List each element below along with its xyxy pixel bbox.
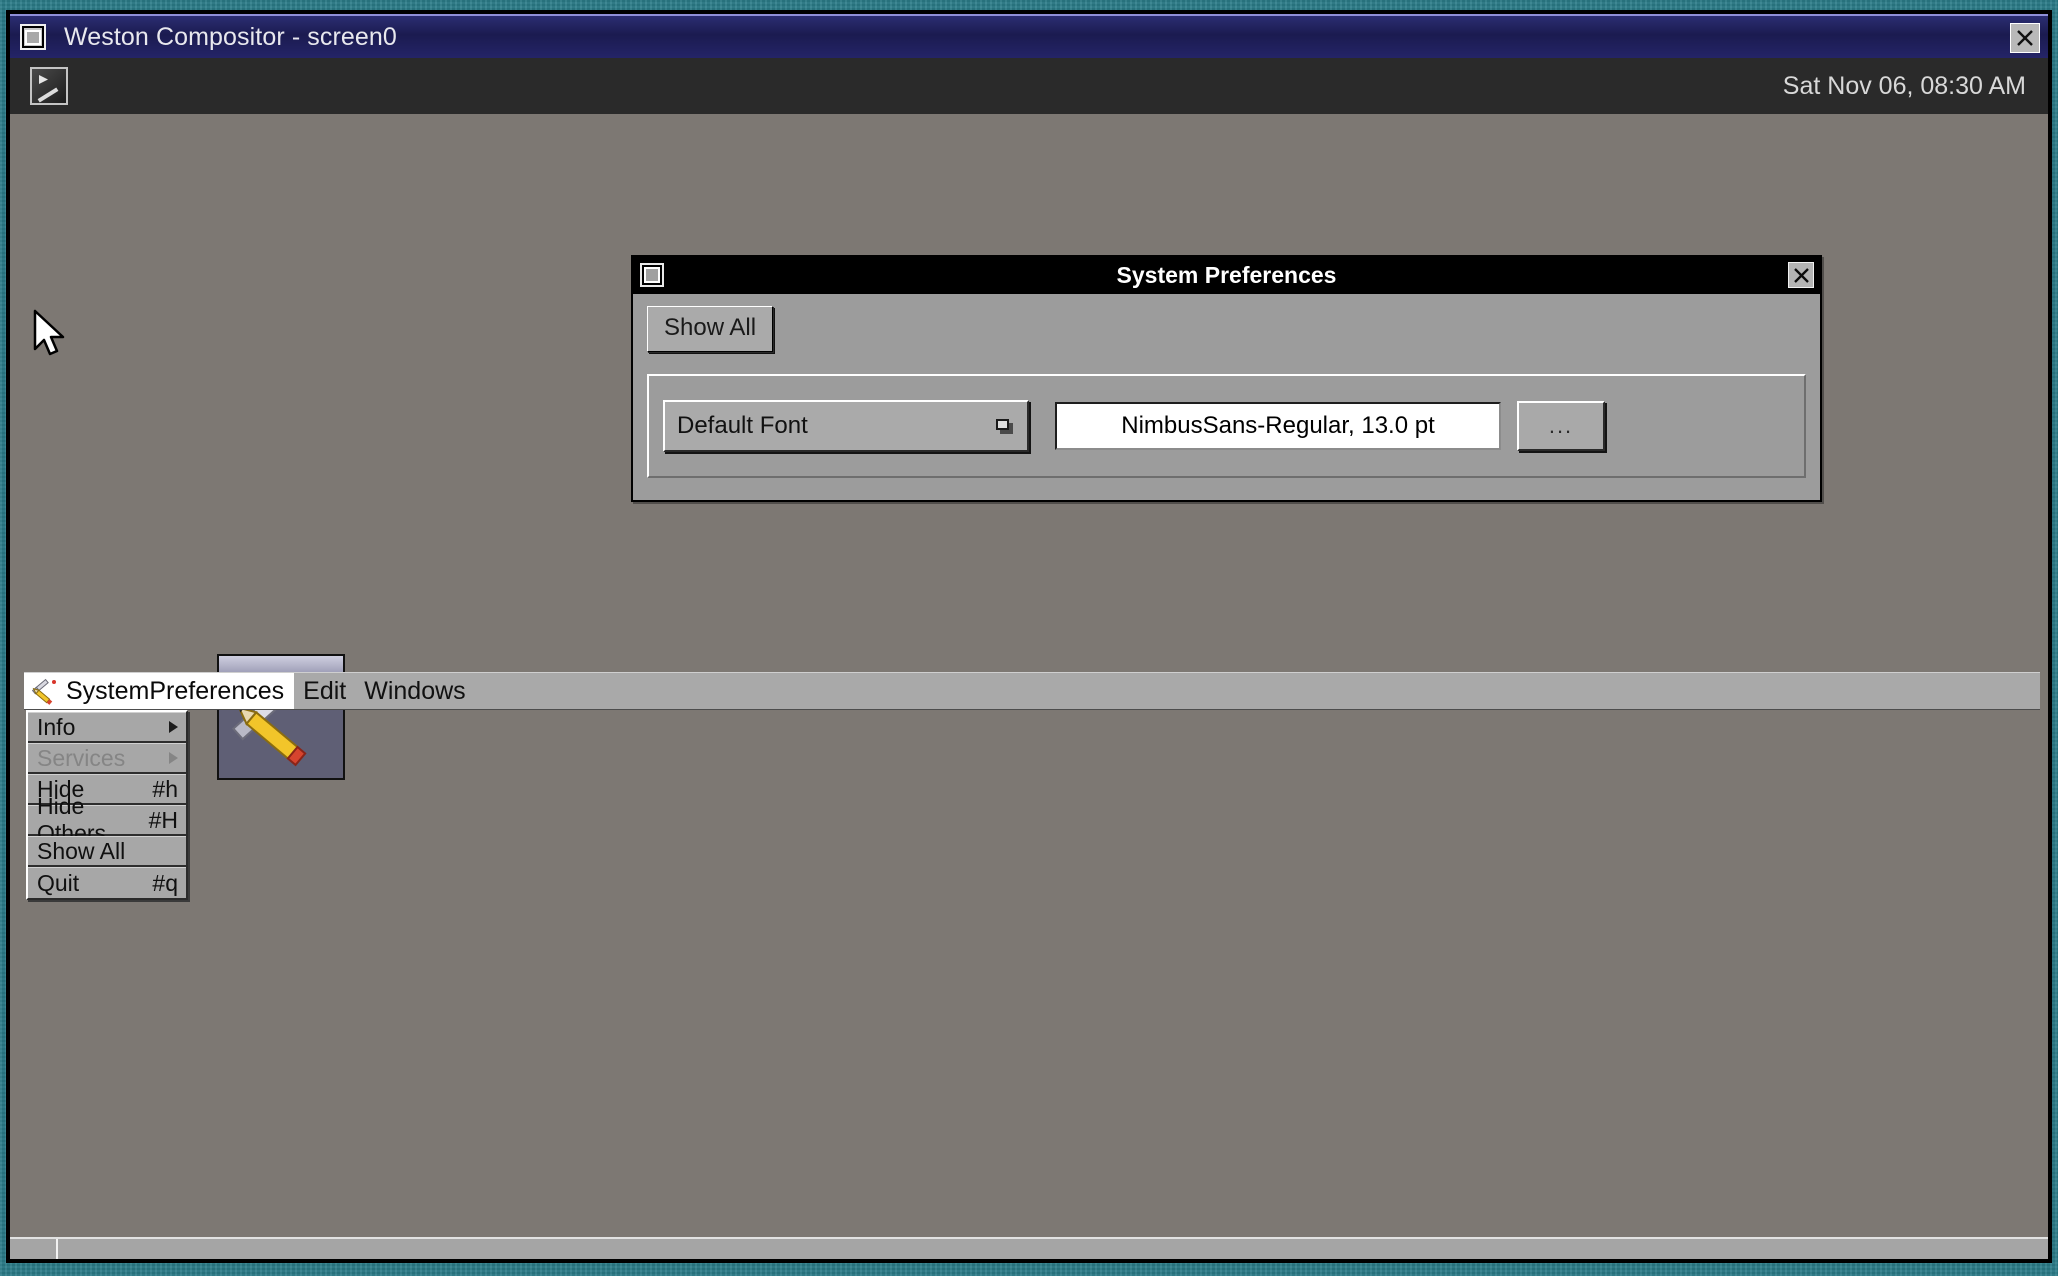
submenu-arrow-icon bbox=[169, 752, 178, 764]
prefs-body: Show All Default Font NimbusSans-Regular… bbox=[633, 294, 1820, 492]
menu-item-services: Services bbox=[28, 743, 186, 774]
weston-title-text: Weston Compositor - screen0 bbox=[64, 22, 397, 51]
status-cell-left bbox=[10, 1239, 58, 1259]
submenu-arrow-icon bbox=[169, 721, 178, 733]
desktop-area: System Preferences Show All Default Font bbox=[10, 114, 2048, 1259]
terminal-icon[interactable] bbox=[30, 67, 68, 105]
menu-item-info[interactable]: Info bbox=[28, 712, 186, 743]
weston-panel: Sat Nov 06, 08:30 AM bbox=[10, 58, 2048, 114]
font-browse-button[interactable]: ... bbox=[1517, 401, 1605, 451]
close-icon[interactable] bbox=[2010, 23, 2040, 53]
screen: Weston Compositor - screen0 Sat Nov 06, … bbox=[0, 0, 2058, 1276]
clock-label: Sat Nov 06, 08:30 AM bbox=[1782, 71, 2026, 100]
popup-indicator-icon bbox=[996, 419, 1013, 434]
app-dropdown-menu: Info Services Hide #h Hide Others #H Sho… bbox=[26, 710, 188, 900]
default-font-group: Default Font NimbusSans-Regular, 13.0 pt… bbox=[647, 374, 1806, 478]
status-cell-main bbox=[58, 1239, 2048, 1259]
prefs-window-title: System Preferences bbox=[1116, 261, 1337, 288]
menu-item-label: Info bbox=[37, 713, 76, 740]
prefs-titlebar[interactable]: System Preferences bbox=[633, 257, 1820, 294]
menu-item-quit[interactable]: Quit #q bbox=[28, 867, 186, 898]
menu-item-shortcut: #H bbox=[148, 806, 178, 833]
window-restore-icon bbox=[20, 24, 46, 50]
menubar: SystemPreferences Edit Windows bbox=[24, 672, 2040, 710]
menu-item-shortcut: #h bbox=[152, 775, 178, 802]
menu-item-show-all[interactable]: Show All bbox=[28, 836, 186, 867]
default-font-popup-button[interactable]: Default Font bbox=[663, 400, 1029, 452]
menubar-app-label: SystemPreferences bbox=[66, 676, 285, 705]
menu-item-label: Show All bbox=[37, 837, 126, 864]
font-value-field[interactable]: NimbusSans-Regular, 13.0 pt bbox=[1055, 402, 1501, 450]
menubar-item-windows[interactable]: Windows bbox=[355, 677, 474, 706]
default-font-popup-label: Default Font bbox=[677, 412, 808, 439]
show-all-button[interactable]: Show All bbox=[647, 306, 774, 352]
status-strip bbox=[10, 1237, 2048, 1259]
menu-item-hide-others[interactable]: Hide Others #H bbox=[28, 793, 186, 846]
menu-item-shortcut: #q bbox=[152, 869, 178, 896]
weston-compositor-window: Weston Compositor - screen0 Sat Nov 06, … bbox=[6, 10, 2052, 1263]
arrow-cursor bbox=[33, 309, 65, 356]
system-preferences-icon bbox=[31, 677, 60, 705]
menubar-app-item[interactable]: SystemPreferences bbox=[24, 673, 295, 709]
close-icon[interactable] bbox=[1788, 262, 1814, 288]
miniaturize-icon[interactable] bbox=[640, 263, 664, 287]
menu-item-label: Services bbox=[37, 744, 126, 771]
weston-titlebar[interactable]: Weston Compositor - screen0 bbox=[10, 14, 2048, 58]
system-preferences-window: System Preferences Show All Default Font bbox=[631, 255, 1822, 502]
menubar-item-edit[interactable]: Edit bbox=[294, 677, 355, 706]
menu-item-label: Quit bbox=[37, 869, 80, 896]
